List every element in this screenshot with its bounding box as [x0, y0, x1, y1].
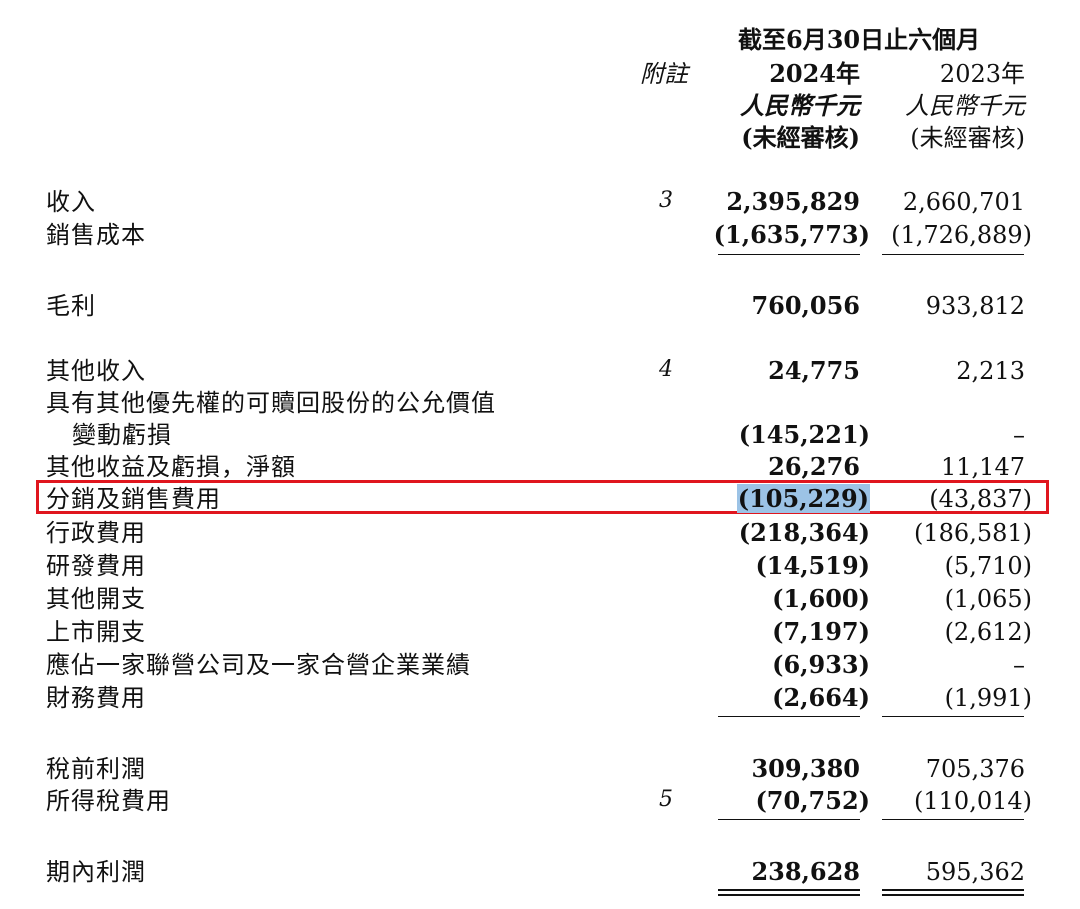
row-label: 期內利潤: [46, 858, 146, 886]
value-2023: (2,612): [944, 618, 1032, 646]
row-label: 所得稅費用: [46, 787, 171, 815]
value-2024: (1,600): [772, 584, 870, 613]
subtotal-rule: [718, 716, 860, 717]
row-label: 應佔一家聯營公司及一家合營企業業績: [46, 651, 471, 679]
income-statement: 截至6月30日止六個月 附註 2024年 2023年 人民幣千元 人民幣千元 (…: [0, 0, 1080, 909]
value-2024: 760,056: [751, 291, 860, 320]
note-column-header: 附註: [640, 60, 688, 88]
row-label: 稅前利潤: [46, 755, 146, 783]
value-2023: (186,581): [914, 519, 1032, 547]
value-2024: (7,197): [772, 617, 870, 646]
subtotal-rule: [882, 716, 1024, 717]
period-header: 截至6月30日止六個月: [738, 25, 981, 54]
row-label-continuation: 變動虧損: [72, 421, 172, 449]
audit-2024-header: (未經審核): [741, 123, 860, 152]
audit-2023-header: (未經審核): [910, 124, 1025, 152]
value-2024: (14,519): [755, 551, 870, 580]
value-2023: (110,014): [914, 787, 1032, 815]
row-note: 4: [659, 357, 673, 382]
unit-2023-header: 人民幣千元: [905, 92, 1025, 120]
value-2023: (1,991): [944, 684, 1032, 712]
row-label: 上市開支: [46, 618, 146, 646]
subtotal-rule: [882, 254, 1024, 255]
row-note: 5: [659, 787, 673, 812]
value-2023: 2,213: [956, 357, 1025, 385]
value-2023: (5,710): [944, 552, 1032, 580]
value-2023: 595,362: [925, 858, 1025, 886]
value-2023: 2,660,701: [902, 188, 1025, 216]
value-2024: 238,628: [751, 857, 860, 886]
value-2024: 309,380: [751, 754, 860, 783]
selected-text[interactable]: (105,229): [736, 484, 870, 513]
row-label: 收入: [46, 188, 96, 216]
value-2023: 933,812: [925, 292, 1025, 320]
value-2024: (145,221): [738, 420, 870, 449]
value-2024: 26,276: [768, 452, 860, 481]
value-2023: (1,726,889): [891, 221, 1032, 249]
value-2024: (1,635,773): [713, 220, 870, 249]
subtotal-rule: [882, 819, 1024, 820]
total-double-rule: [718, 894, 860, 896]
value-2023: (43,837): [929, 485, 1032, 513]
total-double-rule: [882, 894, 1024, 896]
value-2024: (70,752): [755, 786, 870, 815]
row-label: 研發費用: [46, 552, 146, 580]
subtotal-rule: [718, 819, 860, 820]
value-2024: (218,364): [738, 518, 870, 547]
row-label: 其他收入: [46, 357, 146, 385]
subtotal-rule: [718, 254, 860, 255]
row-label: 其他開支: [46, 585, 146, 613]
value-2023: –: [1013, 651, 1025, 679]
total-double-rule: [882, 889, 1024, 891]
value-2023: 705,376: [925, 755, 1025, 783]
row-label: 其他收益及虧損，淨額: [46, 453, 296, 481]
value-2024: 24,775: [768, 356, 860, 385]
row-label: 銷售成本: [46, 221, 146, 249]
year-2024-header: 2024年: [769, 59, 860, 88]
row-label: 毛利: [46, 292, 96, 320]
year-2023-header: 2023年: [939, 60, 1025, 88]
value-2023: –: [1013, 421, 1025, 449]
row-label: 財務費用: [46, 684, 146, 712]
row-label: 具有其他優先權的可贖回股份的公允價值: [46, 389, 496, 417]
value-2023: 11,147: [941, 453, 1025, 481]
value-2024: (2,664): [772, 683, 870, 712]
value-2024-selected[interactable]: (105,229): [710, 484, 870, 513]
row-note: 3: [659, 188, 673, 213]
row-label: 分銷及銷售費用: [46, 485, 221, 513]
value-2023: (1,065): [944, 585, 1032, 613]
row-label: 行政費用: [46, 519, 146, 547]
total-double-rule: [718, 889, 860, 891]
value-2024: 2,395,829: [726, 187, 860, 216]
unit-2024-header: 人民幣千元: [740, 91, 860, 120]
value-2024: (6,933): [772, 650, 870, 679]
